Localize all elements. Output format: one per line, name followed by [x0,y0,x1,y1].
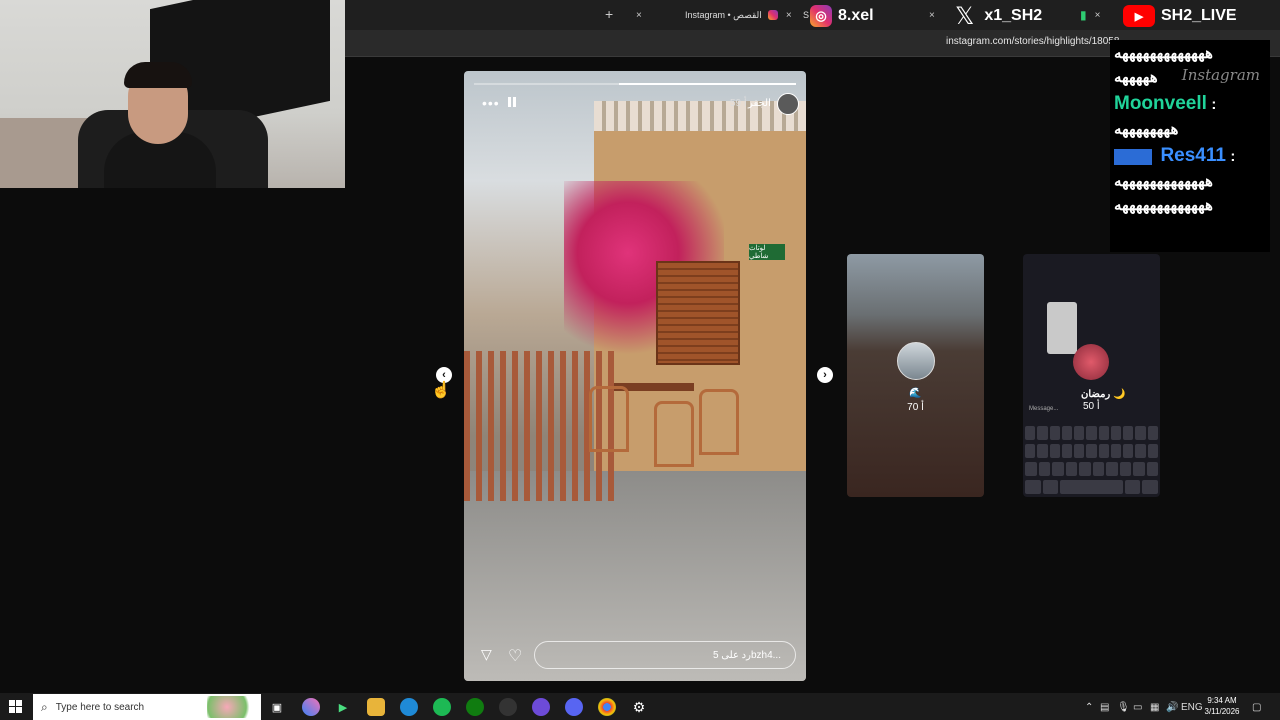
instagram-favicon-icon [767,10,778,20]
url-text: instagram.com/stories/highlights/18058 [946,36,1120,47]
preview-thumbnail [1047,302,1077,354]
more-options-icon[interactable]: ••• [482,95,500,111]
tab-label: S [803,10,810,20]
keyboard-row [1025,462,1158,476]
tab-label: Instagram • القصص [685,9,762,20]
preview-emoji: 🌊 [909,388,922,399]
clock-date: 3/11/2026 [1204,707,1240,716]
taskbar-search[interactable]: ⌕ Type here to search [33,694,261,720]
settings-icon[interactable]: ⚙ [630,698,648,716]
tab-close-left[interactable]: × [628,0,642,30]
reply-input[interactable]: رد على 5bzh4... [534,641,796,669]
preview-avatar [897,342,935,380]
pause-icon[interactable] [508,97,516,107]
chat-message: هههههههههههههه [1114,45,1213,62]
keyboard-row [1025,480,1158,494]
webcam-person-hair [124,62,192,88]
new-tab-button[interactable]: + [605,6,613,22]
story-image-sign: لوتاث شاطي [749,244,785,260]
copilot-icon[interactable] [302,698,320,716]
task-view-icon[interactable]: ▣ [268,698,286,716]
keyboard-row [1025,444,1158,458]
story-image-chair [699,389,739,455]
story-progress-bar [474,83,796,85]
chat-separator: : [1211,96,1217,113]
tab-close-icon[interactable]: × [786,10,792,21]
file-explorer-icon[interactable] [367,698,385,716]
chat-entry: Moonveell : [1114,90,1266,118]
app-icon-purple[interactable] [532,698,550,716]
chat-username: Moonveell [1114,93,1207,114]
chat-message: ههههههههه [1114,121,1179,138]
story-time: 59 أ [730,98,747,109]
chat-separator: : [1230,148,1236,165]
preview-time: 70 أ [907,402,924,413]
tab-green-icon[interactable]: ▮ × [1080,0,1100,30]
story-username[interactable]: الجفر [748,98,771,109]
tray-chevron-icon[interactable]: ⌃ [1085,702,1093,713]
youtube-handle-overlay: ▶ SH2_LIVE [1123,2,1237,30]
volume-icon[interactable]: 🔊 [1166,702,1178,713]
tray-app-icon[interactable]: ▤ [1100,702,1109,713]
story-viewer[interactable]: لوتاث شاطي ••• 59 أ الجفر ▽ ♡ رد على 5bz… [464,71,806,681]
chat-username: Res411 [1160,145,1226,166]
tab-instagram-stories[interactable]: Instagram • القصص × [685,0,792,30]
story-preview-following[interactable]: رمضان 🌙 50 أ Message... [1023,254,1160,497]
preview-title: رمضان 🌙 [1081,389,1126,400]
notifications-icon[interactable]: ▢ [1252,702,1261,713]
spotify-icon[interactable] [433,698,451,716]
windows-start-icon[interactable] [9,700,22,713]
taskbar-clock[interactable]: 9:34 AM 3/11/2026 [1200,695,1244,717]
story-preview-next[interactable]: 🌊 70 أ [847,254,984,497]
send-icon[interactable]: ▽ [481,646,492,663]
keyboard-row [1025,426,1158,440]
chat-message: هههههههههههههه [1114,197,1213,214]
edge-icon[interactable] [400,698,418,716]
story-image-window [656,261,740,365]
instagram-watermark: Instagram [1181,66,1260,84]
search-decoration-icon [207,696,257,718]
chat-entry: Res411 : [1114,142,1266,170]
youtube-handle: SH2_LIVE [1161,7,1237,24]
instagram-handle-overlay: ◎ 8.xel [810,2,874,30]
chat-message: هههههههههههههه [1114,173,1213,190]
network-icon[interactable]: ▦ [1150,702,1159,713]
tab-second[interactable]: S [803,0,809,30]
discord-icon[interactable] [565,698,583,716]
mouse-cursor-icon: ☝ [431,382,451,399]
tray-device-icon[interactable]: ▭ [1133,702,1142,713]
x-handle-overlay: 𝕏 x1_SH2 [955,2,1042,30]
xbox-icon[interactable] [466,698,484,716]
preview-avatar [1073,344,1109,380]
tab-close-x[interactable]: × [921,0,935,30]
search-placeholder: Type here to search [55,701,145,713]
preview-message-hint: Message... [1029,406,1059,412]
story-image-chair [654,401,694,467]
microphone-icon[interactable]: 🎙 [1117,702,1130,713]
chat-badge-icon [1114,148,1152,165]
story-avatar[interactable] [777,93,799,115]
x-handle: x1_SH2 [984,7,1043,24]
story-image-chair [589,386,629,452]
youtube-icon: ▶ [1123,5,1155,27]
search-icon: ⌕ [41,699,48,714]
next-story-button[interactable]: › [817,367,833,383]
stream-chat: Instagram هههههههههههههه هههههه Moonveel… [1110,40,1270,252]
webcam-feed [0,0,345,188]
webcam-sofa [0,118,90,188]
clock-time: 9:34 AM [1207,696,1237,705]
obs-icon[interactable] [499,698,517,716]
instagram-handle: 8.xel [838,7,874,24]
heart-icon[interactable]: ♡ [508,646,522,666]
play-store-icon[interactable]: ▶ [334,698,352,716]
chrome-icon[interactable] [598,698,616,716]
x-logo-icon: 𝕏 [955,2,975,30]
instagram-icon: ◎ [810,5,832,27]
preview-time: 50 أ [1083,401,1100,412]
